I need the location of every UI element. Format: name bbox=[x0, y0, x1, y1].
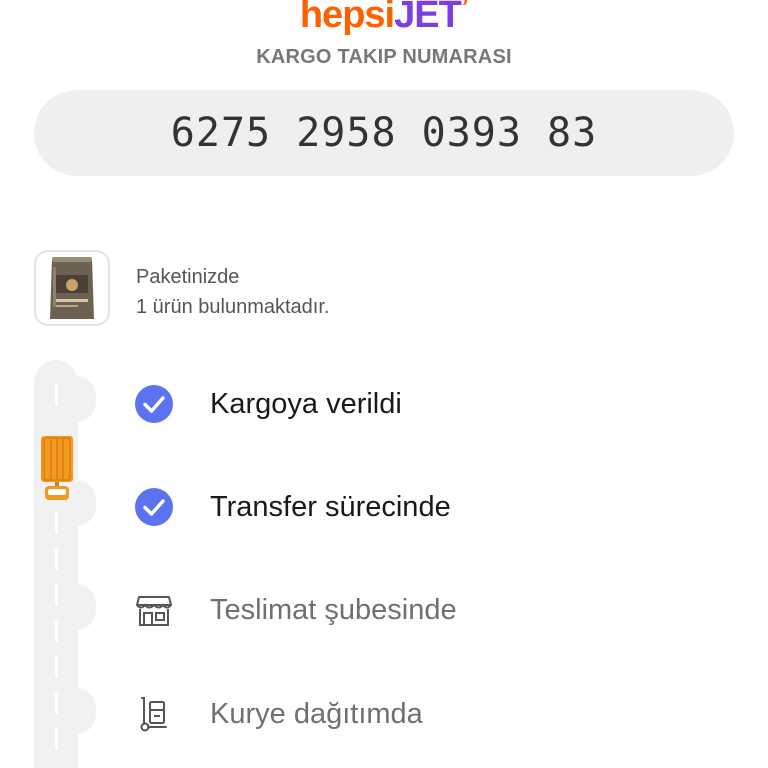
package-info-line1: Paketinizde bbox=[136, 266, 240, 288]
road-bump bbox=[76, 584, 96, 630]
road-dash bbox=[55, 384, 58, 406]
tracking-number[interactable]: 6275 2958 0393 83 bbox=[171, 110, 597, 156]
hepsijet-logo: hepsiJET’ bbox=[0, 0, 768, 43]
coffee-bag-image bbox=[50, 257, 94, 319]
road-bump bbox=[76, 480, 96, 526]
tracking-number-box[interactable]: 6275 2958 0393 83 bbox=[34, 90, 734, 176]
road-dash bbox=[55, 512, 58, 534]
logo-text-hepsi: hepsi bbox=[299, 0, 395, 36]
product-thumbnail[interactable] bbox=[34, 250, 110, 326]
step-label: Kurye dağıtımda bbox=[210, 697, 423, 730]
road-bump bbox=[76, 688, 96, 734]
road-dash bbox=[55, 620, 58, 642]
road-bump bbox=[76, 376, 96, 422]
step-label: Teslimat şubesinde bbox=[210, 593, 457, 626]
road-dash bbox=[55, 548, 58, 570]
package-info-line2: 1 ürün bulunmaktadır. bbox=[136, 296, 330, 318]
check-circle-icon bbox=[134, 384, 174, 424]
tracking-number-label: KARGO TAKIP NUMARASI bbox=[256, 46, 512, 68]
logo-text-jet: JET bbox=[394, 0, 462, 36]
step-teslimat-subesinde: Teslimat şubesinde bbox=[134, 588, 457, 632]
road-dash bbox=[55, 692, 58, 714]
step-kargoya-verildi: Kargoya verildi bbox=[134, 382, 402, 426]
truck-icon bbox=[41, 436, 73, 500]
hand-truck-icon bbox=[134, 694, 174, 734]
road-dash bbox=[55, 728, 58, 750]
road-dash bbox=[55, 584, 58, 606]
package-info: Paketinizde 1 ürün bulunmaktadır. bbox=[136, 262, 329, 322]
check-circle-icon bbox=[134, 487, 174, 527]
step-label: Kargoya verildi bbox=[210, 387, 402, 420]
logo-mark: ’ bbox=[460, 0, 469, 24]
store-icon bbox=[134, 590, 174, 630]
step-transfer-surecinde: Transfer sürecinde bbox=[134, 485, 451, 529]
step-kurye-dagitimda: Kurye dağıtımda bbox=[134, 692, 423, 736]
road-dash bbox=[55, 656, 58, 678]
tracking-page: hepsiJET’ KARGO TAKIP NUMARASI 6275 2958… bbox=[0, 0, 768, 768]
step-label: Transfer sürecinde bbox=[210, 490, 451, 523]
